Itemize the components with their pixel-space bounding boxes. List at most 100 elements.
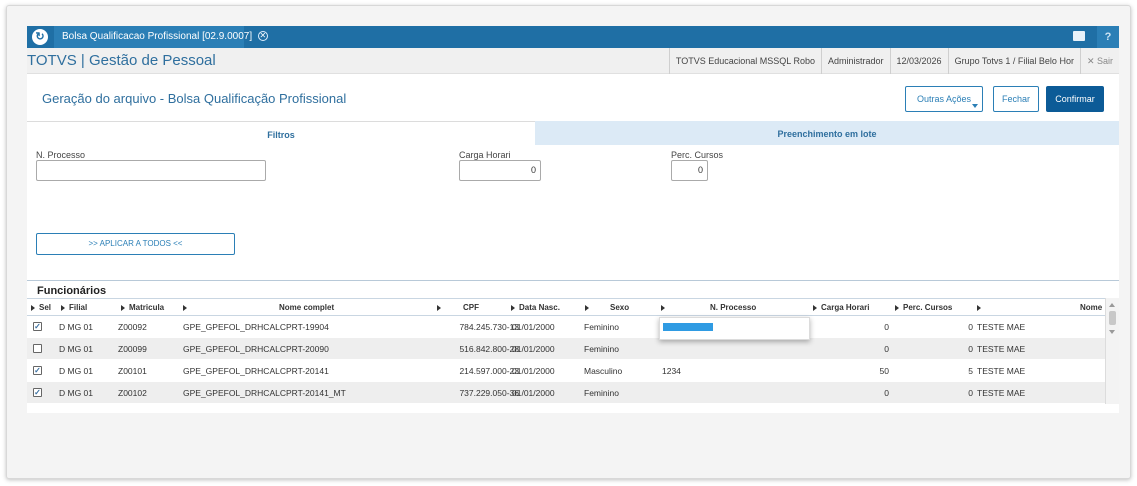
apply-to-all-button[interactable]: >> APLICAR A TODOS <<	[36, 233, 235, 255]
hours-input[interactable]: 0	[459, 160, 541, 181]
cell-carga[interactable]: 0	[807, 338, 889, 359]
column-header-sel[interactable]: Sel	[31, 299, 51, 316]
cell-nasc: 01/01/2000	[512, 344, 555, 354]
column-header-nasc[interactable]: Data Nasc.	[511, 299, 560, 316]
scroll-down-icon[interactable]	[1109, 330, 1115, 334]
cell-perc[interactable]: 5	[897, 360, 973, 381]
cell-sexo: Feminino	[584, 388, 619, 398]
column-header-matricula[interactable]: Matricula	[121, 299, 164, 316]
cell-perc[interactable]: 0	[897, 338, 973, 359]
close-button[interactable]: Fechar	[993, 86, 1039, 112]
product-bar: TOTVS | Gestão de Pessoal TOTVS Educacio…	[27, 48, 1119, 74]
row-select-checkbox[interactable]: ✓	[33, 366, 42, 375]
user-label[interactable]: Administrador	[820, 48, 890, 74]
date-label[interactable]: 12/03/2026	[889, 48, 948, 74]
section-divider	[27, 280, 1119, 281]
column-header-nome-expand[interactable]	[183, 299, 191, 316]
cell-matricula: Z00099	[118, 344, 147, 354]
column-header-filial[interactable]: Filial	[61, 299, 87, 316]
row-select-checkbox[interactable]	[33, 344, 42, 353]
application-window: ↻ Bolsa Qualificacao Profissional [02.9.…	[27, 26, 1119, 413]
column-header-nome[interactable]: Nome complet	[279, 299, 334, 316]
cell-matricula: Z00102	[118, 388, 147, 398]
confirm-button[interactable]: Confirmar	[1046, 86, 1104, 112]
environment-label[interactable]: TOTVS Educacional MSSQL Robo	[668, 48, 821, 74]
cell-filial: D MG 01	[59, 366, 94, 376]
branch-label[interactable]: Grupo Totvs 1 / Filial Belo Hor	[947, 48, 1080, 74]
cell-carga[interactable]: 50	[807, 360, 889, 381]
row-select-checkbox[interactable]: ✓	[33, 322, 42, 331]
column-header-mae-arrow[interactable]	[977, 299, 985, 316]
cell-nasc: 01/01/2000	[512, 322, 555, 332]
close-tab-icon[interactable]: ✕	[257, 31, 268, 42]
column-header-sexo[interactable]: Sexo	[610, 299, 629, 316]
cell-sexo: Feminino	[584, 344, 619, 354]
courses-label: Perc. Cursos	[671, 150, 724, 160]
cell-processo[interactable]: 1234	[662, 360, 681, 381]
cell-editor-selection[interactable]	[663, 323, 713, 331]
cell-carga[interactable]: 0	[807, 316, 889, 337]
cell-nome-mae: TESTE MAE	[977, 388, 1026, 398]
cell-matricula: Z00092	[118, 322, 147, 332]
grid-vertical-scrollbar[interactable]	[1105, 298, 1119, 404]
more-actions-label: Outras Ações	[916, 94, 972, 104]
product-title: TOTVS | Gestão de Pessoal	[27, 52, 216, 69]
table-row[interactable]: ✓ D MG 01 Z00102 GPE_GPEFOL_DRHCALCPRT-2…	[27, 382, 1105, 403]
title-bar: ↻ Bolsa Qualificacao Profissional [02.9.…	[27, 26, 1119, 48]
cell-perc[interactable]: 0	[897, 382, 973, 403]
page-title: Geração do arquivo - Bolsa Qualificação …	[42, 91, 347, 106]
row-select-checkbox[interactable]: ✓	[33, 388, 42, 397]
cell-nome: GPE_GPEFOL_DRHCALCPRT-19904	[183, 322, 329, 332]
process-input[interactable]	[36, 160, 266, 181]
hours-label: Carga Horari	[459, 150, 511, 160]
chevron-down-icon	[972, 104, 978, 108]
cell-nome: GPE_GPEFOL_DRHCALCPRT-20141_MT	[183, 388, 346, 398]
sort-arrow-icon	[61, 304, 65, 311]
cell-nasc: 01/01/2000	[512, 388, 555, 398]
tab-filters[interactable]: Filtros	[27, 121, 535, 145]
column-header-perc[interactable]: Perc. Cursos	[895, 299, 952, 316]
tab-bar: Filtros Preenchimento em lote	[27, 121, 1119, 145]
column-header-mae[interactable]: Nome	[1080, 299, 1102, 316]
more-actions-button[interactable]: Outras Ações	[905, 86, 983, 112]
column-header-carga[interactable]: Carga Horari	[813, 299, 869, 316]
cell-cpf: 214.597.000-23	[459, 366, 519, 376]
help-icon[interactable]: ?	[1097, 26, 1119, 48]
mail-icon[interactable]	[1073, 31, 1085, 41]
column-header-processo-arrow[interactable]	[661, 299, 669, 316]
cell-nome-mae: TESTE MAE	[977, 344, 1026, 354]
table-row[interactable]: ✓ D MG 01 Z00092 GPE_GPEFOL_DRHCALCPRT-1…	[27, 316, 1105, 337]
sort-arrow-icon	[977, 304, 981, 311]
scroll-thumb[interactable]	[1109, 311, 1116, 325]
window-tab[interactable]: Bolsa Qualificacao Profissional [02.9.00…	[54, 26, 268, 48]
cell-carga[interactable]: 0	[807, 382, 889, 403]
employees-grid: Sel Filial Matricula Nome complet CPF Da…	[27, 298, 1119, 404]
column-header-sexo-arrow[interactable]	[585, 299, 593, 316]
cell-cpf: 516.842.800-28	[459, 344, 519, 354]
exit-button[interactable]: ✕ Sair	[1079, 48, 1119, 74]
sort-arrow-icon	[813, 304, 817, 311]
table-row[interactable]: ✓ D MG 01 Z00101 GPE_GPEFOL_DRHCALCPRT-2…	[27, 360, 1105, 381]
column-header-cpf-arrow[interactable]	[437, 299, 445, 316]
sort-arrow-icon	[585, 304, 589, 311]
sort-arrow-icon	[511, 304, 515, 311]
tab-batch-fill[interactable]: Preenchimento em lote	[535, 121, 1119, 145]
courses-input[interactable]: 0	[671, 160, 708, 181]
sort-arrow-icon	[31, 304, 35, 311]
cell-perc[interactable]: 0	[897, 316, 973, 337]
sort-arrow-icon	[661, 304, 665, 311]
table-row[interactable]: D MG 01 Z00099 GPE_GPEFOL_DRHCALCPRT-200…	[27, 338, 1105, 359]
sort-arrow-icon	[121, 304, 125, 311]
cell-sexo: Masculino	[584, 366, 623, 376]
cell-nome: GPE_GPEFOL_DRHCALCPRT-20090	[183, 344, 329, 354]
cell-cpf: 737.229.050-36	[459, 388, 519, 398]
cell-sexo: Feminino	[584, 322, 619, 332]
cell-nome-mae: TESTE MAE	[977, 366, 1026, 376]
scroll-up-icon[interactable]	[1109, 303, 1115, 307]
column-header-cpf[interactable]: CPF	[463, 299, 479, 316]
cell-filial: D MG 01	[59, 388, 94, 398]
cell-editor-popup[interactable]	[659, 317, 810, 340]
totvs-logo-icon: ↻	[32, 29, 48, 45]
column-header-processo[interactable]: N. Processo	[710, 299, 756, 316]
grid-header: Sel Filial Matricula Nome complet CPF Da…	[27, 298, 1105, 316]
